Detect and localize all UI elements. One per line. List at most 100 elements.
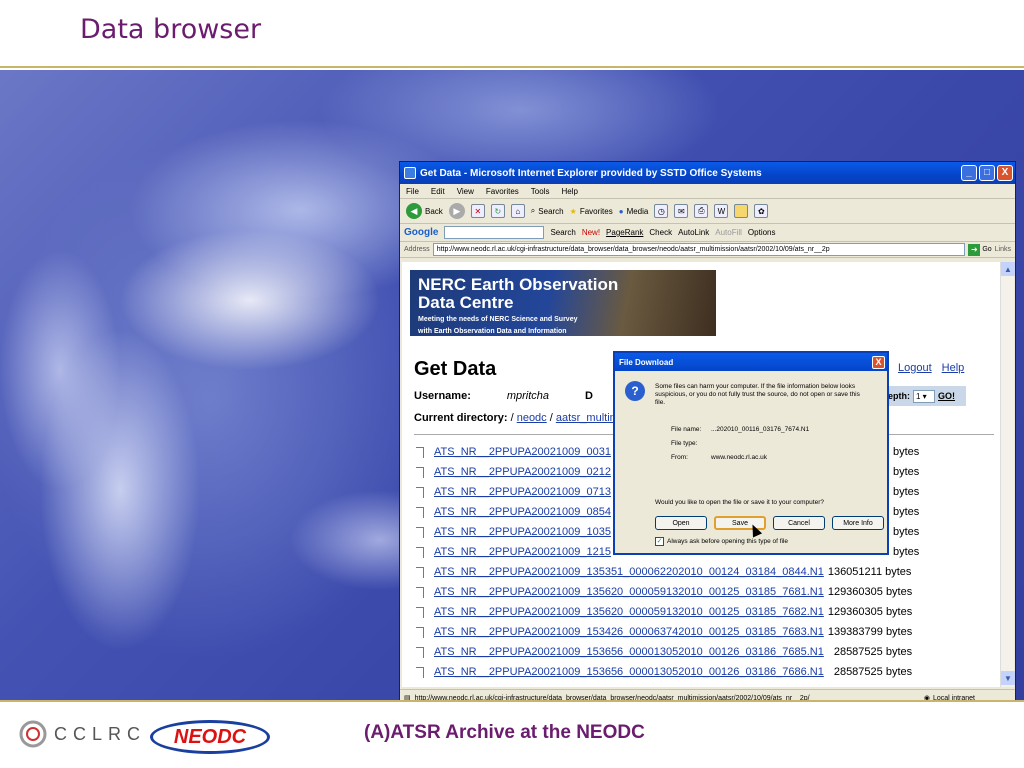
autolink-button[interactable]: AutoLink	[678, 228, 709, 237]
go-button[interactable]: ➜ Go	[968, 243, 992, 256]
maximize-button[interactable]: □	[979, 165, 995, 181]
file-link[interactable]: ATS_NR__2PPUPA20021009_153656_0000130520…	[434, 646, 824, 658]
spell-check-button[interactable]: Check	[649, 228, 672, 237]
options-button[interactable]: Options	[748, 228, 776, 237]
google-new-button[interactable]: New!	[582, 228, 600, 237]
curdir-link-neodc[interactable]: neodc	[517, 412, 547, 424]
slide-title: Data browser	[80, 14, 262, 45]
menu-favorites[interactable]: Favorites	[486, 187, 519, 196]
more-info-button[interactable]: More Info	[832, 516, 884, 530]
google-logo[interactable]: Google	[404, 227, 438, 238]
depth-select[interactable]: 1 ▾	[913, 389, 935, 403]
depth-go-button[interactable]: GO!	[938, 391, 955, 401]
media-button[interactable]: ● Media	[619, 207, 649, 216]
menu-edit[interactable]: Edit	[431, 187, 445, 196]
media-label: Media	[626, 206, 649, 216]
scroll-down-icon[interactable]: ▼	[1001, 671, 1015, 685]
google-toolbar: Google Search New! PageRank Check AutoLi…	[400, 224, 1015, 242]
menu-tools[interactable]: Tools	[531, 187, 550, 196]
file-link[interactable]: ATS_NR__2PPUPA20021009_153426_0000637420…	[434, 626, 824, 638]
d-label: D	[585, 390, 593, 402]
list-item: ATS_NR__2PPUPA20021009_135620_0000591320…	[416, 582, 1000, 602]
file-link[interactable]: ATS_NR__2PPUPA20021009_135620_0000591320…	[434, 606, 824, 618]
menu-file[interactable]: File	[406, 187, 419, 196]
messenger-icon[interactable]: ✿	[754, 204, 769, 218]
address-input[interactable]: http://www.neodc.rl.ac.uk/cgi-infrastruc…	[432, 243, 966, 256]
file-link[interactable]: ATS_NR__2PPUPA20021009_1215	[434, 546, 611, 558]
dialog-file-info: File name: ...202010_00116_03176_7674.N1 …	[671, 423, 809, 465]
folder-icon[interactable]	[734, 204, 749, 218]
file-size: 136051211 bytes	[827, 566, 912, 578]
stop-icon[interactable]: ✕	[470, 204, 485, 218]
curdir-sep: /	[507, 412, 517, 424]
cclrc-text: CCLRC	[54, 723, 147, 744]
neodc-logo: NEODC	[150, 720, 270, 754]
search-button[interactable]: ⌕ Search	[531, 206, 564, 216]
always-ask-checkbox[interactable]: ✓	[655, 537, 664, 546]
logout-link[interactable]: Logout	[898, 362, 932, 374]
current-directory: Current directory: / neodc / aatsr_multi…	[414, 412, 619, 424]
file-size: bytes	[892, 446, 920, 458]
file-link[interactable]: ATS_NR__2PPUPA20021009_0212	[434, 466, 611, 478]
window-title: Get Data - Microsoft Internet Explorer p…	[420, 167, 762, 179]
curdir-label: Current directory:	[414, 412, 508, 424]
neodc-text: NEODC	[173, 725, 247, 748]
help-link[interactable]: Help	[942, 362, 965, 374]
username-value: mpritcha	[506, 390, 550, 402]
star-icon: ★	[569, 206, 577, 216]
file-icon	[416, 666, 424, 678]
file-size: bytes	[892, 546, 920, 558]
address-label: Address	[404, 246, 430, 253]
menu-view[interactable]: View	[457, 187, 474, 196]
print-icon[interactable]: ⎙	[694, 204, 709, 218]
file-size: bytes	[892, 486, 920, 498]
google-search-input[interactable]	[444, 226, 545, 239]
file-size: 28587525 bytes	[833, 646, 913, 658]
banner-title-1: NERC Earth Observation	[418, 275, 619, 294]
favorites-button[interactable]: ★ Favorites	[570, 207, 613, 216]
nerc-banner: NERC Earth Observation Data Centre Meeti…	[410, 270, 716, 336]
file-icon	[416, 626, 424, 638]
file-link[interactable]: ATS_NR__2PPUPA20021009_1035	[434, 526, 611, 538]
depth-label: epth:	[888, 391, 910, 401]
back-button[interactable]: ◀ Back	[406, 203, 443, 219]
close-button[interactable]: X	[997, 165, 1013, 181]
history-icon[interactable]: ◷	[654, 204, 669, 218]
file-link[interactable]: ATS_NR__2PPUPA20021009_135620_0000591320…	[434, 586, 824, 598]
pagerank-button[interactable]: PageRank	[606, 228, 643, 237]
question-icon: ?	[625, 381, 645, 401]
edit-icon[interactable]: W	[714, 204, 729, 218]
title-band: Data browser	[0, 0, 1024, 68]
curdir-sep: /	[546, 412, 556, 424]
mail-icon[interactable]: ✉	[674, 204, 689, 218]
file-size: bytes	[892, 526, 920, 538]
scroll-up-icon[interactable]: ▲	[1001, 262, 1015, 276]
file-link[interactable]: ATS_NR__2PPUPA20021009_0854	[434, 506, 611, 518]
slide: Data browser Get Data - Microsoft Intern…	[0, 0, 1024, 768]
scroll-track[interactable]	[1001, 276, 1014, 671]
file-icon	[416, 646, 424, 658]
menu-help[interactable]: Help	[561, 187, 577, 196]
file-link[interactable]: ATS_NR__2PPUPA20021009_0713	[434, 486, 611, 498]
links-button[interactable]: Links	[995, 246, 1011, 253]
from-label: From:	[671, 454, 688, 461]
dialog-close-button[interactable]: X	[872, 355, 885, 369]
always-ask-checkbox-row[interactable]: ✓ Always ask before opening this type of…	[655, 537, 788, 546]
list-item: ATS_NR__2PPUPA20021009_135620_0000591320…	[416, 602, 1000, 622]
file-link[interactable]: ATS_NR__2PPUPA20021009_153656_0000130520…	[434, 666, 824, 678]
forward-button[interactable]: ▶	[448, 203, 465, 219]
open-button[interactable]: Open	[655, 516, 707, 530]
home-icon[interactable]: ⌂	[510, 204, 525, 218]
file-size: bytes	[892, 506, 920, 518]
minimize-button[interactable]: _	[961, 165, 977, 181]
autofill-button[interactable]: AutoFill	[715, 228, 742, 237]
file-link[interactable]: ATS_NR__2PPUPA20021009_135351_0000622020…	[434, 566, 824, 578]
list-item: ATS_NR__2PPUPA20021009_135351_0000622020…	[416, 562, 1000, 582]
file-link[interactable]: ATS_NR__2PPUPA20021009_0031	[434, 446, 611, 458]
google-search-button[interactable]: Search	[550, 228, 575, 237]
cancel-button[interactable]: Cancel	[773, 516, 825, 530]
refresh-icon[interactable]: ↻	[490, 204, 505, 218]
vertical-scrollbar[interactable]: ▲ ▼	[1000, 262, 1015, 687]
list-item: ATS_NR__2PPUPA20021009_153656_0000130520…	[416, 642, 1000, 662]
curdir-link-aatsr[interactable]: aatsr_multim	[556, 412, 619, 424]
